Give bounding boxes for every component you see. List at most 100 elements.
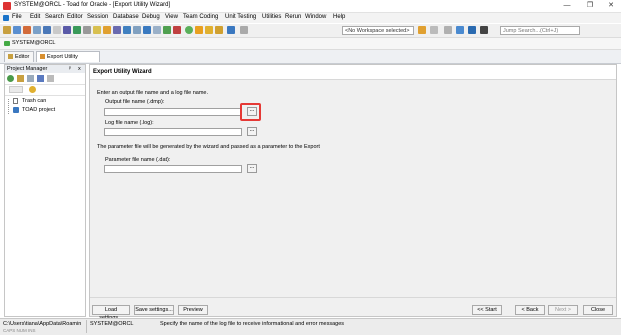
footer-divider bbox=[90, 297, 616, 298]
view-icon[interactable] bbox=[27, 75, 34, 82]
file-menu-icon bbox=[3, 15, 9, 21]
export-utility-wizard: Export Utility Wizard Enter an output fi… bbox=[89, 64, 617, 321]
workspace-select[interactable]: <No Workspace selected> bbox=[342, 26, 414, 35]
session-browser-icon[interactable] bbox=[23, 26, 31, 34]
save-settings-button[interactable]: Save settings... bbox=[134, 305, 174, 315]
grid-icon[interactable] bbox=[33, 26, 41, 34]
close-window-button[interactable]: ✕ bbox=[604, 1, 618, 11]
parameter-file-input[interactable] bbox=[104, 165, 242, 173]
lock-icon[interactable] bbox=[195, 26, 203, 34]
next-button[interactable]: Next > bbox=[548, 305, 578, 315]
menu-debug[interactable]: Debug bbox=[142, 14, 160, 20]
user-icon[interactable] bbox=[205, 26, 213, 34]
log-file-input[interactable] bbox=[104, 128, 242, 136]
folder-icon[interactable] bbox=[93, 26, 101, 34]
document-icon[interactable] bbox=[53, 26, 61, 34]
log-browse-button[interactable]: ... bbox=[247, 127, 257, 136]
project-manager-subtoolbar bbox=[5, 85, 85, 96]
workspace-settings-icon[interactable] bbox=[444, 26, 452, 34]
graduation-cap-icon[interactable] bbox=[480, 26, 488, 34]
trash-can-icon bbox=[13, 98, 18, 104]
editor-tab-icon bbox=[8, 54, 13, 60]
tree-item-label: TOAD project bbox=[22, 107, 56, 113]
open-folder-icon[interactable] bbox=[17, 75, 24, 82]
project-manager-panel: Project Manager ᵖ x Trash can TOAD proje… bbox=[4, 64, 86, 317]
window-title: SYSTEM@ORCL - Toad for Oracle - [Export … bbox=[14, 2, 171, 8]
preview-button[interactable]: Preview bbox=[178, 305, 208, 315]
output-file-input[interactable] bbox=[104, 108, 242, 116]
menu-window[interactable]: Window bbox=[305, 14, 326, 20]
pm-settings-icon[interactable] bbox=[47, 75, 54, 82]
schema-browser-icon[interactable] bbox=[13, 26, 21, 34]
sql-editor-icon[interactable] bbox=[3, 26, 11, 34]
project-manager-title: Project Manager bbox=[7, 66, 48, 72]
jump-search-input[interactable]: Jump Search...(Ctrl+J) bbox=[500, 26, 580, 35]
toad-world-icon[interactable] bbox=[468, 26, 476, 34]
menu-editor[interactable]: Editor bbox=[67, 14, 83, 20]
close-panel-icon[interactable]: x bbox=[78, 65, 81, 73]
status-keyboard-state: CAPS NUM INS bbox=[3, 328, 36, 333]
main-toolbar: <No Workspace selected> Jump Search...(C… bbox=[0, 24, 621, 38]
database-icon[interactable] bbox=[73, 26, 81, 34]
menu-team-coding[interactable]: Team Coding bbox=[183, 14, 218, 20]
document-tabs: Editor Export Utility Wizard bbox=[0, 50, 621, 71]
import-icon[interactable] bbox=[163, 26, 171, 34]
tab-editor[interactable]: Editor bbox=[4, 51, 34, 62]
workspace-icon[interactable] bbox=[418, 26, 426, 34]
tab-export-utility-wizard[interactable]: Export Utility Wizard bbox=[36, 51, 100, 71]
dropdown-tool-icon[interactable] bbox=[240, 26, 248, 34]
parameter-browse-button[interactable]: ... bbox=[247, 164, 257, 173]
settings-icon[interactable] bbox=[227, 26, 235, 34]
query-builder-icon[interactable] bbox=[113, 26, 121, 34]
toad-app-icon bbox=[3, 2, 11, 10]
minimize-button[interactable]: — bbox=[560, 1, 574, 11]
menu-view[interactable]: View bbox=[165, 14, 178, 20]
export-icon[interactable] bbox=[153, 26, 161, 34]
stop-icon[interactable] bbox=[173, 26, 181, 34]
chart-icon[interactable] bbox=[63, 26, 71, 34]
status-path: C:\Users\tiana\AppData\Roamin bbox=[3, 321, 82, 327]
wizard-header: Export Utility Wizard bbox=[90, 65, 616, 80]
menu-rerun[interactable]: Rerun bbox=[285, 14, 301, 20]
status-bar: C:\Users\tiana\AppData\Roamin SYSTEM@ORC… bbox=[0, 318, 621, 335]
tree-item-label: Trash can bbox=[22, 98, 47, 104]
load-settings-button[interactable]: Load settings... bbox=[92, 305, 130, 321]
connection-icon bbox=[4, 41, 10, 46]
menu-unit-testing[interactable]: Unit Testing bbox=[225, 14, 256, 20]
menu-utilities[interactable]: Utilities bbox=[262, 14, 281, 20]
back-button[interactable]: < Back bbox=[515, 305, 545, 315]
menu-file[interactable]: File bbox=[12, 14, 22, 20]
menu-session[interactable]: Session bbox=[87, 14, 108, 20]
chart-bars-icon[interactable] bbox=[37, 75, 44, 82]
workspace-save-icon[interactable] bbox=[430, 26, 438, 34]
connection-bar: SYSTEM@ORCL bbox=[0, 38, 621, 50]
restore-button[interactable]: ❐ bbox=[583, 1, 597, 11]
compare-icon[interactable] bbox=[143, 26, 151, 34]
users-icon[interactable] bbox=[215, 26, 223, 34]
intro-text: Enter an output file name and a log file… bbox=[97, 90, 208, 96]
explain-plan-icon[interactable] bbox=[133, 26, 141, 34]
filter-icon[interactable] bbox=[9, 86, 23, 93]
menu-help[interactable]: Help bbox=[333, 14, 345, 20]
report-icon[interactable] bbox=[123, 26, 131, 34]
start-button[interactable]: << Start bbox=[472, 305, 502, 315]
green-circle-icon[interactable] bbox=[185, 26, 193, 34]
key-icon[interactable] bbox=[103, 26, 111, 34]
add-icon[interactable] bbox=[7, 75, 14, 82]
help-icon[interactable] bbox=[456, 26, 464, 34]
pin-icon[interactable]: ᵖ bbox=[69, 65, 71, 73]
menu-search[interactable]: Search bbox=[45, 14, 64, 20]
connection-label[interactable]: SYSTEM@ORCL bbox=[12, 40, 55, 46]
menu-edit[interactable]: Edit bbox=[30, 14, 40, 20]
list-icon[interactable] bbox=[83, 26, 91, 34]
output-file-label: Output file name (.dmp): bbox=[105, 99, 165, 105]
title-bar: SYSTEM@ORCL - Toad for Oracle - [Export … bbox=[0, 0, 621, 13]
status-connection: SYSTEM@ORCL bbox=[90, 321, 134, 327]
menu-database[interactable]: Database bbox=[113, 14, 139, 20]
refresh-icon[interactable] bbox=[29, 86, 36, 93]
project-manager-header: Project Manager ᵖ x bbox=[5, 65, 85, 73]
project-icon bbox=[13, 107, 19, 113]
table-icon[interactable] bbox=[43, 26, 51, 34]
close-button[interactable]: Close bbox=[583, 305, 613, 315]
tree-item-toad-project[interactable]: TOAD project bbox=[8, 106, 84, 116]
